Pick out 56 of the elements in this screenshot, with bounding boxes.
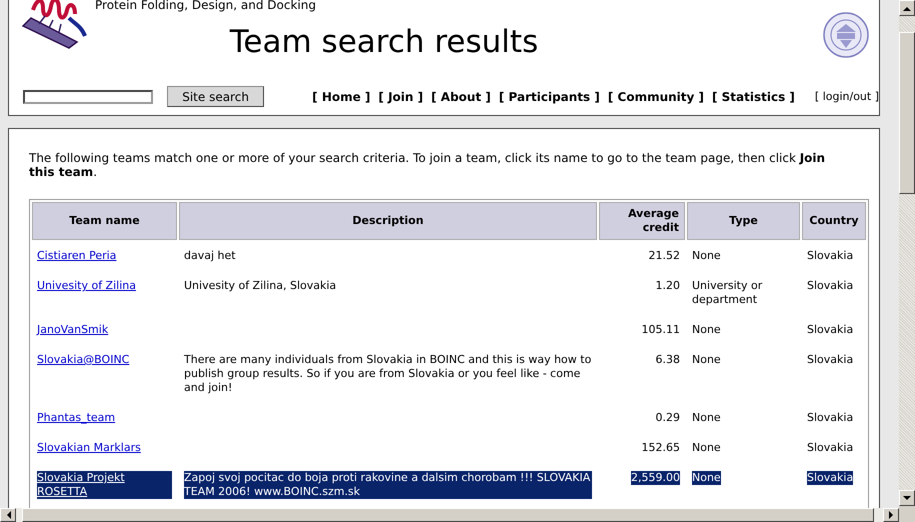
table-cell: 2,559.00 — [631, 471, 680, 485]
table-cell: 6.38 — [656, 353, 680, 367]
nav-link[interactable]: [ Join ] — [378, 90, 424, 104]
table-cell: None — [692, 249, 721, 263]
scroll-down-icon[interactable] — [899, 490, 915, 506]
nav-link[interactable]: [ About ] — [431, 90, 491, 104]
table-cell: 0.29 — [656, 411, 680, 425]
site-search-button[interactable]: Site search — [167, 86, 264, 107]
table-cell: 1.20 — [656, 279, 680, 293]
table-cell: Slovakia — [807, 441, 854, 455]
scroll-right-icon[interactable] — [883, 508, 899, 522]
table-cell: None — [692, 471, 721, 485]
table-cell: Zapoj svoj pocitac do boja proti rakovine a dalsim chorobam !!! SLOVAKIA TEAM 2006! www.BOINC.szm.sk — [184, 471, 592, 499]
team-link[interactable]: Univesity of Zilina — [37, 279, 136, 293]
nav-link[interactable]: [ Participants ] — [498, 90, 600, 104]
login-link[interactable]: [ login/out ] — [814, 90, 879, 103]
team-link[interactable]: Cistiaren Peria — [37, 249, 116, 263]
vertical-scrollbar[interactable] — [899, 0, 915, 506]
table-cell: None — [692, 441, 721, 455]
table-cell: Slovakia — [807, 279, 854, 293]
column-header: Type — [687, 202, 800, 240]
table-cell: Univesity of Zilina, Slovakia — [184, 279, 336, 293]
table-cell: 21.52 — [648, 249, 680, 263]
table-cell: Slovakia — [807, 471, 854, 485]
scroll-thumb[interactable] — [899, 32, 915, 194]
intro-text: The following teams match one or more of your search criteria. To join a team, click its name to go to the team page, then click Join this team. — [29, 151, 826, 179]
team-link[interactable]: Slovakia@BOINC — [37, 353, 130, 367]
table-cell: 152.65 — [642, 441, 680, 455]
table-cell: None — [692, 323, 721, 337]
scroll-left-icon[interactable] — [0, 508, 16, 522]
table-cell: Slovakia — [807, 411, 854, 425]
table-cell: There are many individuals from Slovakia in BOINC and this is way how to publish group results. So if you are from Slovakia or you feel like - come and join! — [184, 353, 592, 395]
scroll-up-icon[interactable] — [899, 0, 915, 16]
nav-link[interactable]: [ Statistics ] — [712, 90, 795, 104]
table-cell: Slovakia — [807, 353, 854, 367]
team-link[interactable]: Slovakian Marklars — [37, 441, 141, 455]
team-link[interactable]: JanoVanSmik — [37, 323, 108, 337]
table-cell: davaj het — [184, 249, 236, 263]
table-cell-text: University or department — [692, 279, 764, 307]
team-link[interactable]: Slovakia Projekt ROSETTA — [37, 471, 172, 499]
column-header: Country — [802, 202, 866, 240]
page-title: Team search results — [228, 24, 540, 60]
university-seal-icon — [823, 12, 869, 58]
column-header: Description — [179, 202, 597, 240]
nav-link[interactable]: [ Community ] — [608, 90, 704, 104]
table-cell: None — [692, 353, 721, 367]
site-tagline: Protein Folding, Design, and Docking — [95, 0, 317, 12]
column-header: Average credit — [599, 202, 685, 240]
table-cell: 105.11 — [642, 323, 680, 337]
team-link[interactable]: Phantas_team — [37, 411, 116, 425]
table-cell: Slovakia — [807, 323, 854, 337]
table-cell: None — [692, 411, 721, 425]
nav-link[interactable]: [ Home ] — [312, 90, 370, 104]
column-header: Team name — [32, 202, 177, 240]
search-field[interactable] — [23, 90, 153, 104]
table-cell: Slovakia — [807, 249, 854, 263]
